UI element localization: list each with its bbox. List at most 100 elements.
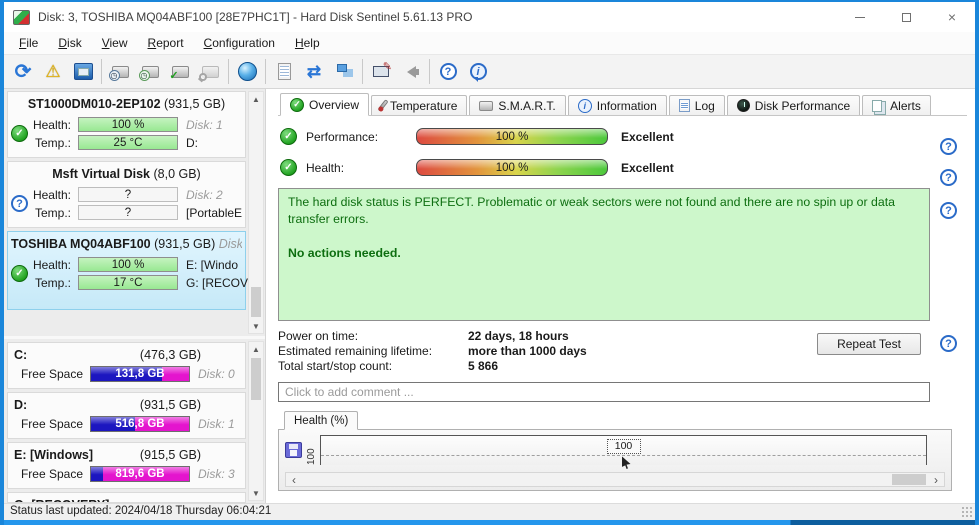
- disk-title: ST1000DM010-2EP102 (931,5 GB): [27, 97, 226, 111]
- toolbar: ⟳ ⚠ ◷ ◷ ✓ ⇄ ✎ ? i: [4, 54, 975, 89]
- drive-letter: D:: [186, 135, 198, 150]
- temp-bar: 25 °C: [78, 135, 178, 150]
- scroll-up-icon[interactable]: ▲: [249, 342, 263, 356]
- disk-extended-test-button[interactable]: ◷: [135, 58, 165, 86]
- health-plot-area[interactable]: 100: [320, 435, 927, 469]
- menu-bar: File Disk View Report Configuration Help: [4, 32, 975, 54]
- refresh-button[interactable]: ⟳: [8, 58, 38, 86]
- menu-disk[interactable]: Disk: [48, 34, 91, 52]
- disk-list-scrollbar[interactable]: ▲ ▼: [248, 91, 264, 334]
- repeat-test-help-icon[interactable]: ?: [940, 335, 957, 352]
- toolbar-separator: [362, 59, 363, 84]
- status-help-icon[interactable]: ?: [940, 202, 957, 219]
- save-graph-icon[interactable]: [285, 442, 302, 458]
- title-bar: Disk: 3, TOSHIBA MQ04ABF100 [28E7PHC1T] …: [4, 2, 975, 32]
- disk-magnifier-icon: [198, 65, 219, 81]
- sidebar: ST1000DM010-2EP102 (931,5 GB) ✓ Health: …: [4, 89, 266, 503]
- graph-horizontal-scrollbar[interactable]: ‹ ›: [285, 472, 945, 487]
- partition-size: (931,5 GB): [139, 398, 202, 412]
- disk-surface-test-button[interactable]: [195, 58, 225, 86]
- toolbar-separator: [228, 59, 229, 84]
- health-label: Health:: [32, 257, 71, 272]
- menu-file[interactable]: File: [9, 34, 48, 52]
- close-button[interactable]: ×: [929, 2, 975, 32]
- scrollbar-thumb[interactable]: [892, 474, 926, 485]
- health-ok-icon: ✓: [11, 125, 28, 142]
- remote-monitor-button[interactable]: ✎: [366, 58, 396, 86]
- health-100-line: [321, 455, 926, 456]
- minimize-button[interactable]: [837, 2, 883, 32]
- sound-button[interactable]: [396, 58, 426, 86]
- tab-information[interactable]: i Information: [567, 95, 667, 115]
- partition-card-clipped[interactable]: G: [RECOVERY]: [7, 492, 246, 503]
- temp-label: Temp.:: [34, 275, 71, 290]
- status-alert-button[interactable]: ⚠: [38, 58, 68, 86]
- performance-label: Performance:: [306, 129, 379, 144]
- sync-arrows-icon: ⇄: [306, 61, 322, 81]
- disk-card-msft-virtual[interactable]: Msft Virtual Disk (8,0 GB) ? Health: ? D…: [7, 161, 246, 228]
- partition-card-d[interactable]: D: (931,5 GB) Free Space 516,8 GB Disk: …: [7, 392, 246, 439]
- partition-card-e[interactable]: E: [Windows] (915,5 GB) Free Space 819,6…: [7, 442, 246, 489]
- scrollbar-thumb[interactable]: [251, 287, 261, 317]
- tab-overview[interactable]: ✓ Overview: [280, 93, 370, 116]
- tab-alerts[interactable]: Alerts: [862, 95, 931, 115]
- menu-view[interactable]: View: [92, 34, 138, 52]
- health-ok-icon: ✓: [11, 265, 28, 282]
- resize-grip[interactable]: [961, 506, 974, 519]
- disk-short-test-button[interactable]: ◷: [105, 58, 135, 86]
- report-button[interactable]: [269, 58, 299, 86]
- graph-tab-health[interactable]: Health (%): [284, 411, 359, 430]
- scroll-down-icon[interactable]: ▼: [249, 486, 263, 500]
- health-help-icon[interactable]: ?: [940, 169, 957, 186]
- disk-number: Disk: 1: [198, 417, 235, 431]
- health-label: Health:: [306, 160, 345, 175]
- refresh-icon: ⟳: [14, 60, 32, 83]
- partition-name: E: [Windows]: [14, 448, 94, 462]
- disk-test-ok-button[interactable]: ✓: [165, 58, 195, 86]
- drive-letter: E: [Windo: [186, 257, 239, 272]
- partition-list-scrollbar[interactable]: ▲ ▼: [248, 341, 264, 501]
- warning-icon: ⚠: [45, 62, 61, 81]
- status-bar-text: Status last updated: 2024/04/18 Thursday…: [10, 505, 272, 517]
- free-space-bar: 131,8 GB: [90, 366, 190, 382]
- sync-button[interactable]: ⇄: [299, 58, 329, 86]
- tab-smart[interactable]: S.M.A.R.T.: [469, 95, 566, 115]
- scrollbar-thumb[interactable]: [251, 358, 261, 400]
- main-panel: ✓ Overview Temperature S.M.A.R.T. i Inform…: [266, 89, 975, 503]
- help-icon: ?: [439, 63, 457, 80]
- performance-help-icon[interactable]: ?: [940, 138, 957, 155]
- scroll-up-icon[interactable]: ▲: [249, 92, 263, 106]
- repeat-test-button[interactable]: Repeat Test: [817, 333, 921, 355]
- info-button[interactable]: i: [463, 58, 493, 86]
- scroll-left-icon[interactable]: ‹: [286, 473, 302, 487]
- disk-status-message: The hard disk status is PERFECT. Problem…: [278, 188, 930, 321]
- disk-card-st1000[interactable]: ST1000DM010-2EP102 (931,5 GB) ✓ Health: …: [7, 91, 246, 158]
- menu-help[interactable]: Help: [285, 34, 330, 52]
- thermometer-icon: [377, 99, 389, 112]
- network-computers-button[interactable]: [329, 58, 359, 86]
- tab-log[interactable]: Log: [668, 95, 725, 115]
- drive-letter: [PortableE: [186, 205, 243, 220]
- scroll-down-icon[interactable]: ▼: [249, 319, 263, 333]
- network-globe-button[interactable]: [232, 58, 262, 86]
- info-icon: i: [577, 98, 592, 113]
- free-space-bar: 819,6 GB: [90, 466, 190, 482]
- status-bar: Status last updated: 2024/04/18 Thursday…: [4, 503, 975, 520]
- maximize-icon: [901, 12, 911, 22]
- disk-card-toshiba-selected[interactable]: TOSHIBA MQ04ABF100 (931,5 GB) Disk: ✓ He…: [7, 231, 248, 310]
- log-document-icon: [678, 99, 690, 112]
- disk-monitor-button[interactable]: [68, 58, 98, 86]
- tab-temperature[interactable]: Temperature: [371, 95, 468, 115]
- menu-report[interactable]: Report: [138, 34, 194, 52]
- maximize-button[interactable]: [883, 2, 929, 32]
- comment-input[interactable]: [278, 382, 930, 402]
- performance-ok-icon: ✓: [280, 128, 297, 145]
- menu-configuration[interactable]: Configuration: [194, 34, 285, 52]
- health-graph-panel: 100 100 ‹ ›: [278, 429, 952, 491]
- app-window: Disk: 3, TOSHIBA MQ04ABF100 [28E7PHC1T] …: [0, 0, 979, 525]
- scroll-right-icon[interactable]: ›: [928, 473, 944, 487]
- tab-disk-performance[interactable]: Disk Performance: [726, 95, 861, 115]
- disk-number: Disk: 2: [186, 187, 223, 202]
- help-button[interactable]: ?: [433, 58, 463, 86]
- partition-card-c[interactable]: C: (476,3 GB) Free Space 131,8 GB Disk: …: [7, 342, 246, 389]
